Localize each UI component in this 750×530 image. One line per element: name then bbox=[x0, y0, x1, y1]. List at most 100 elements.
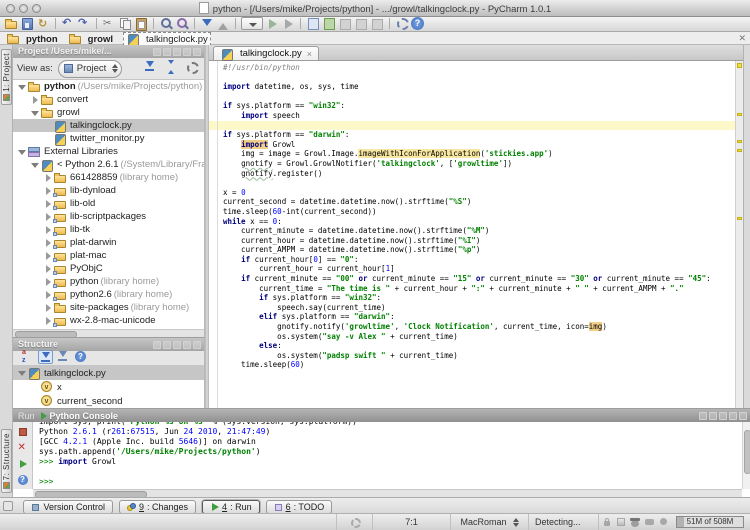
console-output[interactable]: import sys; print('Python %s on %s' % (s… bbox=[33, 422, 742, 489]
tab-talkingclock[interactable]: talkingclock.py × bbox=[213, 46, 319, 60]
pin-icon[interactable] bbox=[173, 341, 181, 349]
tree-item-convert[interactable]: convert bbox=[13, 93, 204, 106]
tree-item-plat-darwin[interactable]: plat-darwin bbox=[13, 236, 204, 249]
project-panel-header[interactable]: Project /Users/mike/... bbox=[13, 45, 204, 58]
tree-closed-arrow-icon[interactable] bbox=[43, 277, 53, 287]
code-editor[interactable]: #!/usr/bin/pythonimport datetime, os, sy… bbox=[209, 61, 743, 408]
pin-icon[interactable] bbox=[719, 412, 727, 420]
tree-item-current-second[interactable]: current_second bbox=[13, 394, 204, 408]
tree-closed-arrow-icon[interactable] bbox=[43, 251, 53, 261]
commit-icon[interactable] bbox=[216, 17, 230, 30]
tree-item-talkingclock.py[interactable]: talkingclock.py bbox=[13, 119, 204, 132]
toolwindow-button-changes[interactable]: 9: Changes bbox=[119, 500, 196, 514]
breadcrumb-item-talkingclock.py[interactable]: talkingclock.py bbox=[123, 32, 211, 46]
console-vertical-scrollbar[interactable] bbox=[742, 422, 750, 489]
gray1-icon[interactable] bbox=[338, 17, 352, 30]
tree-item-wx-2.8-mac-unicode[interactable]: wx-2.8-mac-unicode bbox=[13, 314, 204, 327]
pin-icon[interactable] bbox=[173, 48, 181, 56]
toolwindow-button-todo[interactable]: 6: TODO bbox=[266, 500, 333, 514]
tree-item-talkingclock.py[interactable]: talkingclock.py bbox=[13, 366, 204, 380]
tree-item-lib-old[interactable]: lib-old bbox=[13, 197, 204, 210]
memory-indicator[interactable]: 51M of 508M bbox=[670, 514, 750, 530]
tree-closed-arrow-icon[interactable] bbox=[43, 264, 53, 274]
copy-icon[interactable] bbox=[118, 17, 132, 30]
runconfig-icon[interactable] bbox=[241, 17, 263, 30]
update-icon[interactable] bbox=[200, 17, 214, 30]
tree-closed-arrow-icon[interactable] bbox=[43, 186, 53, 196]
error-stripe[interactable] bbox=[735, 61, 743, 408]
warning-mark[interactable] bbox=[737, 113, 742, 116]
run-icon[interactable] bbox=[265, 17, 279, 30]
tree-item-plat-mac[interactable]: plat-mac bbox=[13, 249, 204, 262]
sort-alpha-icon[interactable] bbox=[20, 350, 35, 364]
editor-area[interactable]: talkingclock.py × #!/usr/bin/pythonimpor… bbox=[209, 45, 743, 408]
tree-closed-arrow-icon[interactable] bbox=[43, 212, 53, 222]
background-tasks-widget[interactable] bbox=[336, 514, 372, 530]
tree-item-growl[interactable]: growl bbox=[13, 106, 204, 119]
show-fields-icon[interactable] bbox=[38, 350, 53, 364]
tab-python-console[interactable]: Python Console bbox=[41, 411, 119, 421]
tree-closed-arrow-icon[interactable] bbox=[43, 303, 53, 313]
bubble-icon[interactable] bbox=[645, 517, 653, 527]
tree-closed-arrow-icon[interactable] bbox=[43, 290, 53, 300]
undo-icon[interactable] bbox=[61, 17, 75, 30]
breadcrumb-item-growl[interactable]: growl bbox=[68, 33, 113, 45]
tree-closed-arrow-icon[interactable] bbox=[43, 199, 53, 209]
tree-closed-arrow-icon[interactable] bbox=[43, 238, 53, 248]
warning-mark[interactable] bbox=[737, 149, 742, 152]
tree-closed-arrow-icon[interactable] bbox=[30, 95, 40, 105]
gray2-icon[interactable] bbox=[354, 17, 368, 30]
export-icon[interactable] bbox=[306, 17, 320, 30]
sidebar-item-structure[interactable]: 7: Structure bbox=[1, 429, 12, 493]
dot-icon[interactable] bbox=[659, 517, 667, 527]
close-icon[interactable] bbox=[193, 48, 201, 56]
cut-icon[interactable] bbox=[102, 17, 116, 30]
float-icon[interactable] bbox=[699, 412, 707, 420]
autoscroll-icon[interactable] bbox=[143, 60, 158, 74]
tree-item-python[interactable]: python (library home) bbox=[13, 275, 204, 288]
dock-icon[interactable] bbox=[163, 341, 171, 349]
stop-button-icon[interactable] bbox=[17, 426, 29, 438]
tree-item-lib-dynload[interactable]: lib-dynload bbox=[13, 184, 204, 197]
help-button-icon[interactable] bbox=[17, 474, 29, 486]
warning-mark[interactable] bbox=[737, 63, 742, 68]
debug-icon[interactable] bbox=[281, 17, 295, 30]
tree-item-site-packages[interactable]: site-packages (library home) bbox=[13, 301, 204, 314]
sidebar-item-project[interactable]: 1: Project bbox=[1, 49, 12, 105]
tree-open-arrow-icon[interactable] bbox=[30, 160, 40, 170]
tree-item-pyobjc[interactable]: PyObjC bbox=[13, 262, 204, 275]
lock-icon[interactable] bbox=[602, 517, 610, 527]
inspector-icon[interactable] bbox=[630, 517, 638, 527]
tree-closed-arrow-icon[interactable] bbox=[43, 173, 53, 183]
help-icon[interactable] bbox=[74, 350, 89, 364]
dock-icon[interactable] bbox=[163, 48, 171, 56]
tree-open-arrow-icon[interactable] bbox=[17, 82, 27, 92]
tree-item-python2.6[interactable]: python2.6 (library home) bbox=[13, 288, 204, 301]
tree-item-python-2.6.1[interactable]: < Python 2.6.1 (/System/Library/Fram bbox=[13, 158, 204, 171]
paste-icon[interactable] bbox=[134, 17, 148, 30]
settings-icon[interactable] bbox=[395, 17, 409, 30]
redo-icon[interactable] bbox=[77, 17, 91, 30]
tree-closed-arrow-icon[interactable] bbox=[43, 316, 53, 326]
save-icon[interactable] bbox=[20, 17, 34, 30]
sync-icon[interactable] bbox=[36, 17, 50, 30]
grid-icon[interactable] bbox=[616, 517, 624, 527]
stripe-toggle-icon[interactable] bbox=[3, 501, 13, 511]
tab-close-icon[interactable]: × bbox=[307, 49, 312, 59]
settings-icon[interactable] bbox=[185, 60, 200, 74]
hide-icon[interactable] bbox=[183, 48, 191, 56]
package-icon[interactable] bbox=[322, 17, 336, 30]
close-icon[interactable] bbox=[739, 412, 747, 420]
console-header[interactable]: Run Python Console bbox=[13, 409, 750, 422]
tree-closed-arrow-icon[interactable] bbox=[43, 225, 53, 235]
tree-item-external-libraries[interactable]: External Libraries bbox=[13, 145, 204, 158]
project-horizontal-scrollbar[interactable] bbox=[13, 329, 204, 337]
close-icon[interactable] bbox=[193, 341, 201, 349]
tree-item-661428859[interactable]: 661428859 (library home) bbox=[13, 171, 204, 184]
tree-open-arrow-icon[interactable] bbox=[30, 108, 40, 118]
float-icon[interactable] bbox=[153, 48, 161, 56]
breadcrumb-item-python[interactable]: python bbox=[6, 33, 58, 45]
tree-open-arrow-icon[interactable] bbox=[17, 147, 27, 157]
collapse-all-icon[interactable] bbox=[164, 60, 179, 74]
tree-open-arrow-icon[interactable] bbox=[17, 368, 27, 378]
